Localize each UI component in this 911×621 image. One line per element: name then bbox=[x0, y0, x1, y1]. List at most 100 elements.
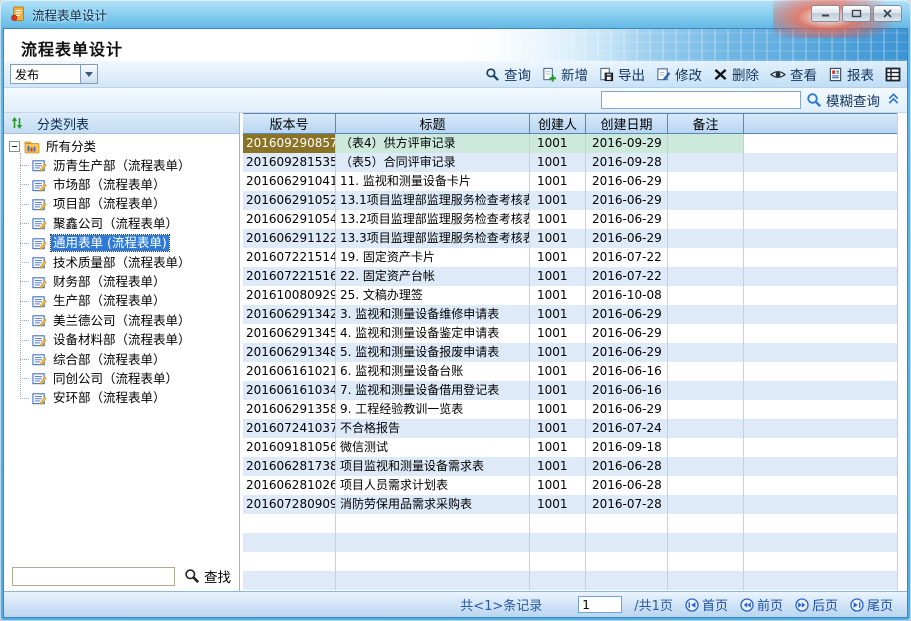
last-page-button[interactable]: 尾页 bbox=[850, 595, 893, 614]
tree-item[interactable]: 生产部（流程表单） bbox=[15, 292, 239, 311]
table-row[interactable]: 20160929085728 （表4）供方评审记录 1001 2016-09-2… bbox=[243, 134, 897, 153]
cell-date[interactable]: 2016-06-29 bbox=[586, 172, 668, 191]
cell-remark[interactable] bbox=[668, 419, 744, 438]
cell-creator[interactable] bbox=[530, 571, 586, 590]
cell-remark[interactable] bbox=[668, 343, 744, 362]
cell-remark[interactable] bbox=[668, 134, 744, 153]
cell-remark[interactable] bbox=[668, 267, 744, 286]
cell-version[interactable]: 20160629135849 bbox=[243, 400, 336, 419]
table-row[interactable]: 20160722151601 22. 固定资产台帐 1001 2016-07-2… bbox=[243, 267, 897, 286]
cell-date[interactable] bbox=[586, 533, 668, 552]
cell-title[interactable]: 13.1项目监理部监理服务检查考核表 bbox=[336, 191, 530, 210]
cell-creator[interactable] bbox=[530, 552, 586, 571]
table-row[interactable]: 20160628173841 项目监视和测量设备需求表 1001 2016-06… bbox=[243, 457, 897, 476]
tree-item-label[interactable]: 生产部（流程表单） bbox=[51, 293, 168, 309]
dropdown-arrow-button[interactable] bbox=[80, 65, 97, 83]
column-header-title[interactable]: 标题 bbox=[336, 114, 530, 133]
refresh-icon[interactable] bbox=[11, 116, 23, 130]
cell-remark[interactable] bbox=[668, 400, 744, 419]
cell-remark[interactable] bbox=[668, 552, 744, 571]
cell-remark[interactable] bbox=[668, 286, 744, 305]
cell-date[interactable]: 2016-06-29 bbox=[586, 305, 668, 324]
cell-version[interactable] bbox=[243, 552, 336, 571]
table-row[interactable]: 20160628102609 项目人员需求计划表 1001 2016-06-28 bbox=[243, 476, 897, 495]
publish-dropdown[interactable]: 发布 bbox=[10, 64, 98, 84]
cell-title[interactable]: 4. 监视和测量设备鉴定申请表 bbox=[336, 324, 530, 343]
cell-date[interactable]: 2016-07-28 bbox=[586, 495, 668, 514]
cell-creator[interactable]: 1001 bbox=[530, 343, 586, 362]
cell-title[interactable]: 项目人员需求计划表 bbox=[336, 476, 530, 495]
cell-version[interactable]: 20160722151601 bbox=[243, 267, 336, 286]
cell-date[interactable]: 2016-07-22 bbox=[586, 267, 668, 286]
cell-version[interactable]: 20160628102609 bbox=[243, 476, 336, 495]
cell-creator[interactable]: 1001 bbox=[530, 172, 586, 191]
tree-root[interactable]: 所有分类 bbox=[9, 137, 239, 156]
tree-item[interactable]: 美兰德公司（流程表单） bbox=[15, 311, 239, 330]
first-page-button[interactable]: 首页 bbox=[685, 595, 728, 614]
modify-button[interactable]: 修改 bbox=[656, 64, 702, 84]
cell-creator[interactable]: 1001 bbox=[530, 324, 586, 343]
table-row[interactable]: 20160629135849 9. 工程经验教训一览表 1001 2016-06… bbox=[243, 400, 897, 419]
table-row[interactable]: 20160629104112 11. 监视和测量设备卡片 1001 2016-0… bbox=[243, 172, 897, 191]
column-header-creator[interactable]: 创建人 bbox=[530, 114, 586, 133]
cell-creator[interactable] bbox=[530, 514, 586, 533]
tree-item-label[interactable]: 同创公司（流程表单） bbox=[51, 371, 180, 387]
next-page-button[interactable]: 后页 bbox=[795, 595, 838, 614]
cell-date[interactable]: 2016-06-29 bbox=[586, 324, 668, 343]
cell-version[interactable]: 20160722151441 bbox=[243, 248, 336, 267]
tree-item-label[interactable]: 沥青生产部（流程表单） bbox=[51, 158, 193, 174]
cell-creator[interactable]: 1001 bbox=[530, 438, 586, 457]
table-row[interactable]: 20160629134523 4. 监视和测量设备鉴定申请表 1001 2016… bbox=[243, 324, 897, 343]
cell-title[interactable]: 3. 监视和测量设备维修申请表 bbox=[336, 305, 530, 324]
tree-item[interactable]: 综合部（流程表单） bbox=[15, 350, 239, 369]
tree-item-label[interactable]: 技术质量部（流程表单） bbox=[51, 255, 193, 271]
cell-creator[interactable]: 1001 bbox=[530, 191, 586, 210]
tree-search-input[interactable] bbox=[12, 567, 175, 586]
tree-item[interactable]: 财务部（流程表单） bbox=[15, 272, 239, 291]
cell-title[interactable]: 22. 固定资产台帐 bbox=[336, 267, 530, 286]
cell-version[interactable]: 20160928153501 bbox=[243, 153, 336, 172]
cell-version[interactable]: 20160918105647 bbox=[243, 438, 336, 457]
cell-title[interactable]: 5. 监视和测量设备报废申请表 bbox=[336, 343, 530, 362]
cell-date[interactable]: 2016-09-28 bbox=[586, 153, 668, 172]
table-row[interactable]: 20160928153501 （表5）合同评审记录 1001 2016-09-2… bbox=[243, 153, 897, 172]
tree-item-label[interactable]: 聚鑫公司（流程表单） bbox=[51, 216, 180, 232]
cell-creator[interactable]: 1001 bbox=[530, 476, 586, 495]
cell-remark[interactable] bbox=[668, 514, 744, 533]
cell-version[interactable] bbox=[243, 533, 336, 552]
prev-page-button[interactable]: 前页 bbox=[740, 595, 783, 614]
cell-remark[interactable] bbox=[668, 229, 744, 248]
table-row[interactable]: 20160629105226 13.1项目监理部监理服务检查考核表 1001 2… bbox=[243, 191, 897, 210]
cell-remark[interactable] bbox=[668, 495, 744, 514]
cell-creator[interactable]: 1001 bbox=[530, 153, 586, 172]
titlebar[interactable]: 流程表单设计 bbox=[0, 0, 911, 28]
cell-date[interactable]: 2016-06-16 bbox=[586, 381, 668, 400]
cell-title[interactable]: 微信测试 bbox=[336, 438, 530, 457]
collapse-expander-icon[interactable] bbox=[9, 141, 20, 152]
maximize-button[interactable] bbox=[842, 5, 871, 22]
cell-creator[interactable]: 1001 bbox=[530, 419, 586, 438]
table-row[interactable]: 20160616103455 7. 监视和测量设备借用登记表 1001 2016… bbox=[243, 381, 897, 400]
table-row[interactable]: 20160629112224 13.3项目监理部监理服务检查考核表 1001 2… bbox=[243, 229, 897, 248]
cell-title[interactable] bbox=[336, 571, 530, 590]
tree-find-button[interactable]: 查找 bbox=[184, 566, 231, 586]
column-header-version[interactable]: 版本号 bbox=[243, 114, 336, 133]
cell-version[interactable]: 20160929085728 bbox=[243, 134, 336, 153]
table-row[interactable]: 20160722151441 19. 固定资产卡片 1001 2016-07-2… bbox=[243, 248, 897, 267]
cell-creator[interactable]: 1001 bbox=[530, 248, 586, 267]
export-button[interactable]: 导出 bbox=[599, 64, 645, 84]
cell-title[interactable]: 不合格报告 bbox=[336, 419, 530, 438]
cell-version[interactable] bbox=[243, 514, 336, 533]
tree-item[interactable]: 项目部（流程表单） bbox=[15, 195, 239, 214]
cell-version[interactable]: 20160629105226 bbox=[243, 191, 336, 210]
tree-item-label[interactable]: 综合部（流程表单） bbox=[51, 352, 168, 368]
cell-title[interactable]: 11. 监视和测量设备卡片 bbox=[336, 172, 530, 191]
tree-item[interactable]: 聚鑫公司（流程表单） bbox=[15, 214, 239, 233]
cell-title[interactable]: 13.3项目监理部监理服务检查考核表 bbox=[336, 229, 530, 248]
tree-item[interactable]: 技术质量部（流程表单） bbox=[15, 253, 239, 272]
cell-remark[interactable] bbox=[668, 571, 744, 590]
fuzzy-search-input[interactable] bbox=[601, 91, 801, 109]
cell-title[interactable]: 7. 监视和测量设备借用登记表 bbox=[336, 381, 530, 400]
cell-creator[interactable]: 1001 bbox=[530, 495, 586, 514]
minimize-button[interactable] bbox=[811, 5, 840, 22]
